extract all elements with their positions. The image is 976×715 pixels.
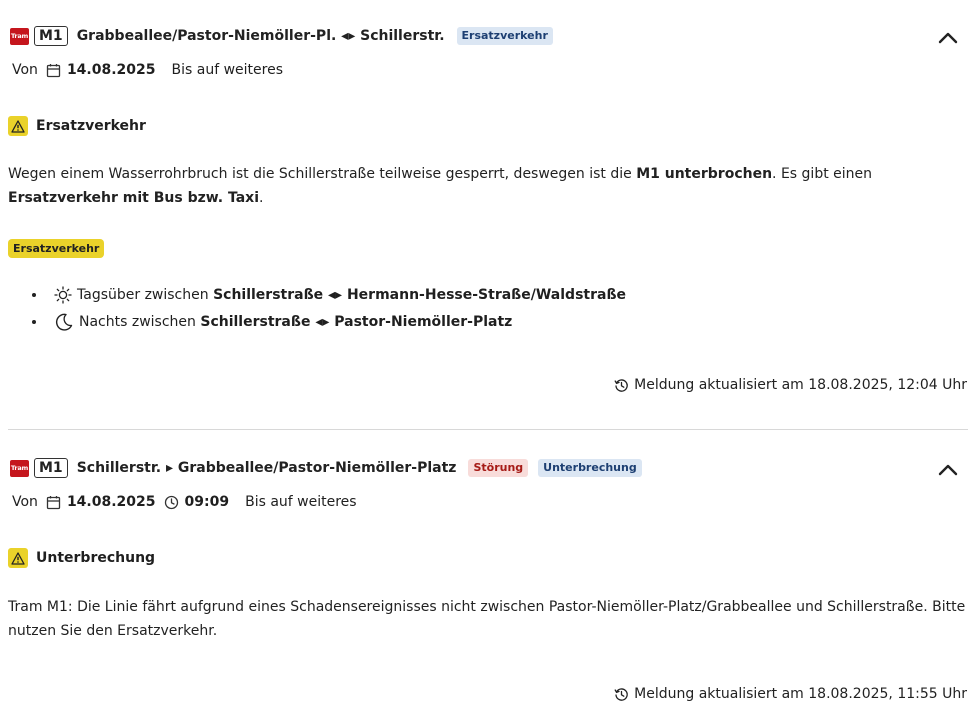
message-body: Tram M1: Die Linie fährt aufgrund eines … xyxy=(8,599,966,639)
warning-icon xyxy=(8,116,28,136)
sun-icon xyxy=(54,285,72,304)
tram-icon: Tram xyxy=(10,27,29,45)
section-title: Unterbrechung xyxy=(8,548,155,568)
line-badge: M1 xyxy=(34,458,68,478)
message-body: Wegen einem Wasserrohrbruch ist die Schi… xyxy=(8,166,873,206)
until-text: Bis auf weiteres xyxy=(245,494,357,510)
from-label: Von xyxy=(12,494,38,510)
updated-info: Meldung aktualisiert am 18.08.2025, 11:5… xyxy=(614,686,967,702)
collapse-chevron-up-icon[interactable] xyxy=(938,32,958,46)
tag-stoerung: Störung xyxy=(468,459,529,477)
card-header: Tram M1 Schillerstr. ▸ Grabbeallee/Pasto… xyxy=(10,456,652,480)
section-title: Ersatzverkehr xyxy=(8,116,146,136)
from-date: 14.08.2025 xyxy=(66,62,156,78)
from-time: 09:09 xyxy=(184,494,230,510)
validity-row: Von 14.08.2025 09:09 Bis auf weiteres xyxy=(12,492,357,512)
validity-row: Von 14.08.2025 Bis auf weiteres xyxy=(12,60,283,80)
history-clock-icon xyxy=(614,378,629,393)
disruption-card-1: Tram M1 Grabbeallee/Pastor-Niemöller-Pl.… xyxy=(0,0,976,430)
updated-info: Meldung aktualisiert am 18.08.2025, 12:0… xyxy=(614,377,967,393)
tag-ersatzverkehr: Ersatzverkehr xyxy=(456,27,553,45)
route-title: Grabbeallee/Pastor-Niemöller-Pl. ◂▸ Schi… xyxy=(76,28,445,44)
card-header: Tram M1 Grabbeallee/Pastor-Niemöller-Pl.… xyxy=(10,24,563,48)
list-item: Tagsüber zwischen Schillerstraße ◂▸ Herm… xyxy=(32,281,626,308)
moon-icon xyxy=(54,312,74,332)
calendar-icon xyxy=(46,495,61,510)
collapse-chevron-up-icon[interactable] xyxy=(938,464,958,478)
route-title: Schillerstr. ▸ Grabbeallee/Pastor-Niemöl… xyxy=(76,460,457,476)
line-badge: M1 xyxy=(34,26,68,46)
from-label: Von xyxy=(12,62,38,78)
warning-icon xyxy=(8,548,28,568)
history-clock-icon xyxy=(614,687,629,702)
disruption-card-2: Tram M1 Schillerstr. ▸ Grabbeallee/Pasto… xyxy=(0,430,976,715)
from-date: 14.08.2025 xyxy=(66,494,156,510)
until-text: Bis auf weiteres xyxy=(171,62,283,78)
clock-icon xyxy=(164,495,179,510)
list-item: Nachts zwischen Schillerstraße ◂▸ Pastor… xyxy=(32,308,626,335)
tram-icon: Tram xyxy=(10,459,29,477)
highlight-tag-ersatzverkehr: Ersatzverkehr xyxy=(8,239,105,258)
calendar-icon xyxy=(46,63,61,78)
tag-unterbrechung: Unterbrechung xyxy=(538,459,642,477)
replacement-list: Tagsüber zwischen Schillerstraße ◂▸ Herm… xyxy=(32,281,626,335)
